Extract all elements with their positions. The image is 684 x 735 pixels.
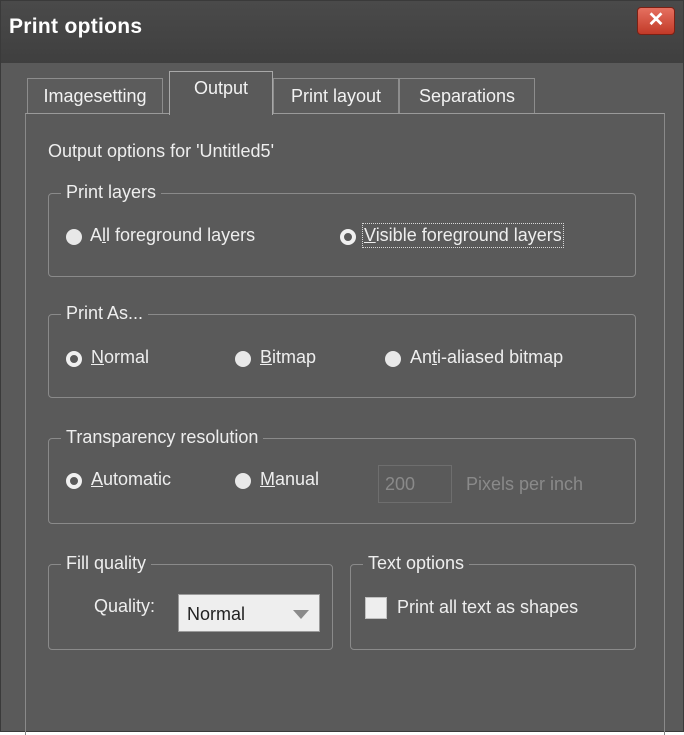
print-as-legend: Print As... bbox=[61, 303, 149, 324]
bitmap-label[interactable]: Bitmap bbox=[260, 347, 316, 368]
anti-aliased-bitmap-radio[interactable] bbox=[385, 351, 401, 367]
output-options-label: Output options for 'Untitled5' bbox=[48, 141, 275, 161]
automatic-radio[interactable] bbox=[66, 473, 82, 489]
tab-print-layout[interactable]: Print layout bbox=[273, 78, 399, 114]
transparency-resolution-legend: Transparency resolution bbox=[61, 427, 264, 448]
bitmap-radio[interactable] bbox=[235, 351, 251, 367]
quality-select[interactable]: Normal bbox=[178, 594, 320, 632]
tab-imagesetting[interactable]: Imagesetting bbox=[27, 78, 163, 114]
pixels-per-inch-label: Pixels per inch bbox=[466, 474, 584, 494]
automatic-label[interactable]: Automatic bbox=[91, 469, 171, 490]
all-foreground-layers-radio[interactable] bbox=[66, 229, 82, 245]
title-bar[interactable]: Print options ✕ bbox=[1, 1, 683, 63]
dialog-title: Print options bbox=[9, 15, 143, 38]
manual-label[interactable]: Manual bbox=[260, 469, 319, 490]
visible-foreground-layers-radio[interactable] bbox=[340, 229, 356, 245]
quality-label: Quality: bbox=[94, 596, 156, 616]
fill-quality-legend: Fill quality bbox=[61, 553, 152, 574]
close-button[interactable]: ✕ bbox=[637, 7, 675, 35]
tab-output[interactable]: Output bbox=[169, 71, 273, 115]
anti-aliased-bitmap-label[interactable]: Anti-aliased bitmap bbox=[410, 347, 563, 368]
all-foreground-layers-label[interactable]: All foreground layers bbox=[90, 225, 255, 246]
tab-separations[interactable]: Separations bbox=[399, 78, 535, 114]
quality-select-value: Normal bbox=[187, 604, 246, 624]
normal-radio[interactable] bbox=[66, 351, 82, 367]
print-options-dialog: Print options ✕ Imagesetting Output Prin… bbox=[0, 0, 684, 735]
text-options-legend: Text options bbox=[363, 553, 470, 574]
visible-foreground-layers-label[interactable]: Visible foreground layers bbox=[362, 223, 564, 248]
print-text-as-shapes-label[interactable]: Print all text as shapes bbox=[397, 597, 578, 618]
chevron-down-icon bbox=[293, 610, 309, 619]
normal-label[interactable]: Normal bbox=[91, 347, 149, 368]
print-layers-legend: Print layers bbox=[61, 182, 162, 203]
manual-radio[interactable] bbox=[235, 473, 251, 489]
close-icon: ✕ bbox=[647, 9, 665, 31]
print-text-as-shapes-checkbox[interactable] bbox=[365, 597, 387, 619]
resolution-input[interactable]: 200 bbox=[378, 465, 452, 503]
